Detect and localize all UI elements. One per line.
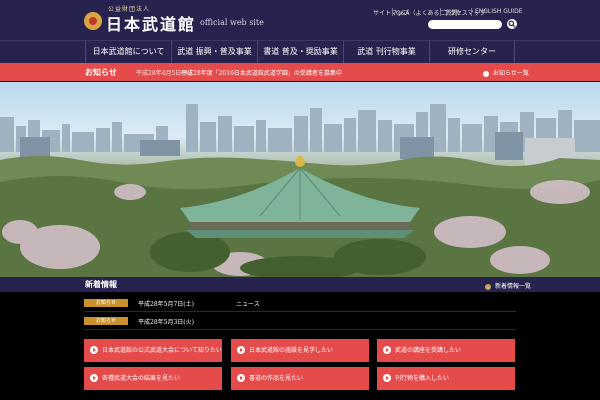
search-button[interactable]	[507, 19, 517, 29]
quick-link-label: 刊行物を購入したい	[395, 375, 450, 382]
arrow-circle-icon	[237, 374, 245, 382]
quick-link-label: 日本武道館の公式武道大会について知りたい	[102, 347, 222, 354]
arrow-circle-icon	[383, 374, 391, 382]
latest-news-header: 新着情報 新着情報一覧	[0, 277, 600, 292]
logo-title: 日本武道館	[106, 15, 197, 34]
latest-news-list-label: 新着情報一覧	[495, 283, 532, 290]
search-input[interactable]	[428, 20, 502, 29]
announcement-bar: お知らせ 平成28年4月5日(火) 平成28年度「2016日本武道館武道学園」の…	[0, 63, 600, 81]
util-link-english[interactable]: ENGLISH GUIDE	[475, 8, 523, 18]
main-nav: 日本武道館について 武道 振興・普及事業 書道 普及・奨励事業 武道 刊行物事業…	[0, 40, 600, 63]
search-icon	[508, 20, 516, 28]
site-header: 公益財団法人 日本武道館 official web site サイトマップ Q&…	[0, 0, 600, 40]
news-date: 平成28年5月3日(火)	[138, 319, 194, 326]
news-title: ニュース	[236, 301, 260, 308]
announcement-list-link[interactable]: お知らせ一覧	[483, 68, 529, 77]
latest-news-list-link[interactable]: 新着情報一覧	[485, 281, 531, 290]
news-date: 平成28年5月7日(土)	[138, 301, 194, 308]
site-logo[interactable]: 公益財団法人 日本武道館 official web site	[84, 6, 284, 34]
quick-link-label: 書道の作品を見たい	[249, 375, 304, 382]
util-divider	[440, 8, 441, 16]
bullet-icon	[485, 283, 491, 290]
quick-link-button[interactable]: 武道の講座を受講したい	[377, 339, 515, 362]
arrow-circle-icon	[90, 346, 98, 354]
nav-item-publications[interactable]: 武道 刊行物事業	[343, 41, 429, 63]
latest-news-title: 新着情報	[85, 279, 117, 289]
announcement-list-label: お知らせ一覧	[493, 70, 529, 77]
quick-link-button[interactable]: 各種武道大会の結果を見たい	[84, 367, 222, 390]
category-badge: お知らせ	[84, 299, 128, 307]
logo-tagline: official web site	[200, 18, 264, 27]
util-divider	[392, 8, 393, 16]
util-divider	[471, 8, 472, 16]
quick-link-label: 武道の講座を受講したい	[395, 347, 462, 354]
budokan-skyline-illustration	[0, 104, 600, 277]
announcement-text[interactable]: 平成28年度「2016日本武道館武道学園」の受講者を募集中	[181, 68, 342, 77]
budokan-emblem-icon	[84, 12, 102, 30]
nav-item-about[interactable]: 日本武道館について	[85, 41, 171, 63]
news-row[interactable]: お知らせ 平成28年5月7日(土) ニュース	[84, 294, 516, 312]
nav-item-calligraphy[interactable]: 書道 普及・奨励事業	[257, 41, 343, 63]
quick-link-button[interactable]: 日本武道館の公式武道大会について知りたい	[84, 339, 222, 362]
quick-link-label: 各種武道大会の結果を見たい	[102, 375, 181, 382]
quick-link-button[interactable]: 日本武道館の施設を見学したい	[231, 339, 369, 362]
quick-link-button[interactable]: 書道の作品を見たい	[231, 367, 369, 390]
arrow-circle-icon	[90, 374, 98, 382]
bullet-icon	[483, 70, 489, 77]
nav-item-budo-promotion[interactable]: 武道 振興・普及事業	[171, 41, 257, 63]
nav-item-training-center[interactable]: 研修センター	[429, 41, 515, 63]
category-badge: お知らせ	[84, 317, 128, 325]
quick-link-label: 日本武道館の施設を見学したい	[249, 347, 334, 354]
arrow-circle-icon	[383, 346, 391, 354]
quick-link-button[interactable]: 刊行物を購入したい	[377, 367, 515, 390]
hero-image	[0, 82, 600, 277]
announcement-label: お知らせ	[85, 67, 117, 77]
news-row[interactable]: お知らせ 平成28年5月3日(火)	[84, 312, 516, 330]
arrow-circle-icon	[237, 346, 245, 354]
